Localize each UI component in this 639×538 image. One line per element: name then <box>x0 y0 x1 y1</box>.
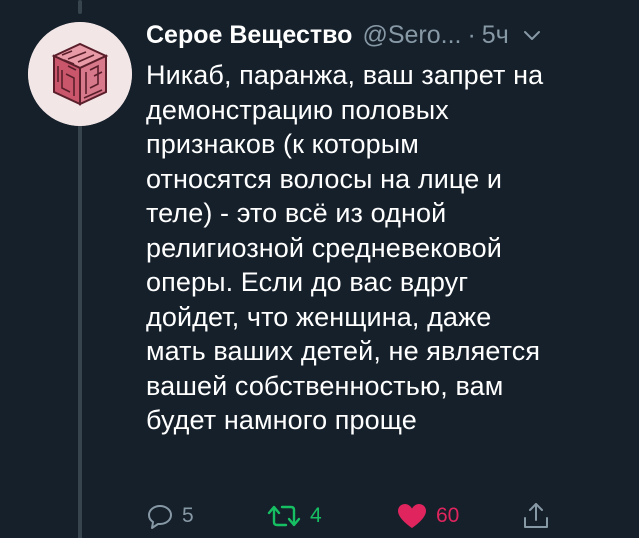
author-handle[interactable]: @Sero... <box>362 18 461 52</box>
heart-icon <box>398 504 426 528</box>
tweet-time[interactable]: 5ч <box>482 18 509 52</box>
retweet-button[interactable]: 4 <box>266 498 322 534</box>
like-count: 60 <box>436 504 460 527</box>
avatar[interactable] <box>28 22 132 126</box>
share-icon <box>524 503 548 528</box>
reply-icon <box>148 505 172 529</box>
separator-dot: · <box>467 21 476 49</box>
tweet-text: Никаб, паранжа, ваш запрет на демонстрац… <box>146 60 544 435</box>
reply-button[interactable]: 5 <box>146 498 194 534</box>
tweet-header: Серое Вещество @Sero... · 5ч <box>146 18 626 52</box>
thread-connector-top <box>78 0 82 14</box>
chevron-down-icon[interactable] <box>523 29 541 41</box>
retweet-icon <box>267 505 301 527</box>
brain-cube-icon <box>28 22 132 126</box>
tweet-actions: 5 4 60 <box>146 498 616 534</box>
tweet[interactable]: Серое Вещество @Sero... · 5ч Никаб, пара… <box>146 18 626 438</box>
reply-count: 5 <box>182 504 194 527</box>
thread-connector-line <box>78 122 82 538</box>
retweet-count: 4 <box>310 504 322 527</box>
author-name[interactable]: Серое Вещество <box>146 18 352 52</box>
share-button[interactable] <box>522 498 558 534</box>
like-button[interactable]: 60 <box>396 498 459 534</box>
